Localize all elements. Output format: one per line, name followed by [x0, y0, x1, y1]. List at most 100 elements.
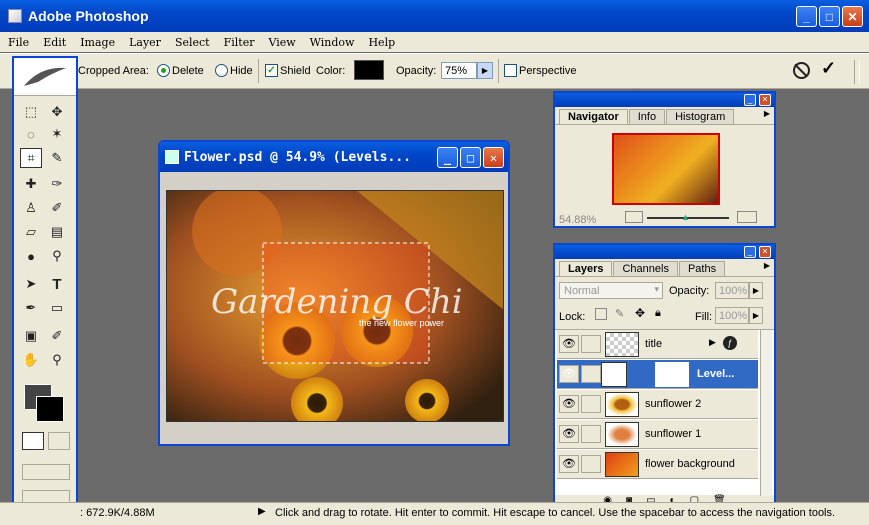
visibility-eye-icon[interactable]: 👁︎ [559, 455, 579, 473]
layer-link-slot[interactable] [581, 455, 601, 473]
delete-radio[interactable] [157, 64, 170, 77]
lock-pixels-icon[interactable]: ✎ [615, 307, 624, 320]
opacity-arrow-icon[interactable]: ▶ [477, 62, 493, 79]
tab-histogram[interactable]: Histogram [666, 109, 735, 124]
zoom-in-icon[interactable] [737, 211, 757, 223]
adjustment-layer-icon [601, 362, 627, 387]
close-button[interactable]: ✕ [842, 6, 863, 27]
navigator-minimize-button[interactable]: _ [744, 94, 756, 106]
hand-tool-icon[interactable]: ✋ [20, 350, 42, 370]
tab-layers[interactable]: Layers [559, 261, 613, 276]
background-color-swatch[interactable] [36, 396, 64, 422]
doc-maximize-button[interactable]: □ [460, 147, 481, 168]
menu-image[interactable]: Image [80, 36, 115, 49]
clone-stamp-icon[interactable]: ♙ [20, 198, 42, 218]
layer-row-levels[interactable]: 👁︎ Level... [557, 360, 758, 389]
standard-mode-icon[interactable] [22, 432, 44, 450]
layer-effects-icon[interactable]: ƒ [723, 336, 737, 350]
tab-channels[interactable]: Channels [613, 261, 678, 276]
maximize-button[interactable]: □ [819, 6, 840, 27]
doc-minimize-button[interactable]: _ [437, 147, 458, 168]
layer-row-title[interactable]: 👁︎ title ▶ ƒ [557, 330, 758, 359]
eraser-tool-icon[interactable]: ▱ [20, 222, 42, 242]
perspective-checkbox[interactable] [504, 64, 517, 77]
blur-tool-icon[interactable]: ● [20, 246, 42, 266]
crop-tool-icon[interactable]: ⌗ [20, 148, 42, 168]
menu-select[interactable]: Select [175, 36, 210, 49]
layers-scrollbar[interactable] [760, 330, 772, 496]
navigator-close-button[interactable]: ✕ [759, 94, 771, 106]
layer-row-sunflower-1[interactable]: 👁︎ sunflower 1 [557, 420, 758, 449]
shield-label: Shield [280, 65, 311, 77]
shield-color-swatch[interactable] [354, 60, 384, 80]
tab-info[interactable]: Info [628, 109, 666, 124]
zoom-out-icon[interactable] [625, 211, 643, 223]
cropped-area-label: Cropped Area: [78, 65, 149, 77]
shape-tool-icon[interactable]: ▭ [46, 298, 68, 318]
document-titlebar: Flower.psd @ 54.9% (Levels... _ □ ✕ [160, 142, 508, 172]
fill-input[interactable]: 100% [715, 307, 749, 324]
layer-link-slot[interactable] [581, 395, 601, 413]
menu-filter[interactable]: Filter [224, 36, 255, 49]
path-select-icon[interactable]: ➤ [20, 274, 42, 294]
lasso-tool-icon[interactable]: ◌ [20, 124, 42, 144]
menu-view[interactable]: View [268, 36, 295, 49]
tab-navigator[interactable]: Navigator [559, 109, 628, 124]
layer-row-flower-background[interactable]: 👁︎ flower background [557, 450, 758, 479]
menu-help[interactable]: Help [368, 36, 395, 49]
visibility-eye-icon[interactable]: 👁︎ [559, 335, 579, 353]
marquee-tool-icon[interactable]: ⬚ [20, 102, 42, 122]
layer-opacity-input[interactable]: 100% [715, 282, 749, 299]
status-menu-arrow-icon[interactable]: ▶ [258, 506, 266, 517]
menu-window[interactable]: Window [310, 36, 355, 49]
minimize-button[interactable]: _ [796, 6, 817, 27]
brush-tool-icon[interactable]: ✑ [46, 174, 68, 194]
lock-transparency-icon[interactable] [595, 308, 607, 320]
blend-mode-select[interactable]: Normal ▾ [559, 282, 663, 299]
layer-mask-link-icon[interactable] [581, 365, 601, 383]
magic-wand-icon[interactable]: ✶ [46, 124, 68, 144]
layers-close-button[interactable]: ✕ [759, 246, 771, 258]
lock-position-icon[interactable]: ✥ [635, 306, 645, 320]
zoom-tool-icon[interactable]: ⚲ [46, 350, 68, 370]
navigator-menu-icon[interactable]: ▶ [764, 109, 770, 118]
layer-expand-icon[interactable]: ▶ [709, 337, 716, 348]
layers-menu-icon[interactable]: ▶ [764, 261, 770, 270]
doc-close-button[interactable]: ✕ [483, 147, 504, 168]
screen-mode-icons[interactable] [22, 464, 70, 480]
eyedropper-icon[interactable]: ✐ [46, 326, 68, 346]
shield-checkbox[interactable]: ✓ [265, 64, 278, 77]
layer-row-sunflower-2[interactable]: 👁︎ sunflower 2 [557, 390, 758, 419]
layer-name: Level... [697, 368, 735, 380]
layer-link-slot[interactable] [581, 335, 601, 353]
visibility-eye-icon[interactable]: 👁︎ [559, 395, 579, 413]
quick-mask-icon[interactable] [48, 432, 70, 450]
opacity-input[interactable]: 75% [441, 62, 477, 79]
menu-file[interactable]: File [8, 36, 29, 49]
pen-tool-icon[interactable]: ✒ [20, 298, 42, 318]
notes-tool-icon[interactable]: ▣ [20, 326, 42, 346]
layers-minimize-button[interactable]: _ [744, 246, 756, 258]
gradient-tool-icon[interactable]: ▤ [46, 222, 68, 242]
cancel-icon[interactable] [793, 62, 810, 79]
fill-arrow-icon[interactable]: ▶ [749, 307, 763, 324]
layer-opacity-arrow-icon[interactable]: ▶ [749, 282, 763, 299]
visibility-eye-icon[interactable]: 👁︎ [559, 365, 579, 383]
zoom-slider-handle-icon[interactable]: ▲ [681, 212, 690, 222]
type-tool-icon[interactable]: T [46, 274, 68, 294]
move-tool-icon[interactable]: ✥ [46, 102, 68, 122]
navigator-preview[interactable] [612, 133, 720, 205]
menu-layer[interactable]: Layer [129, 36, 161, 49]
hide-radio[interactable] [215, 64, 228, 77]
tab-paths[interactable]: Paths [678, 261, 726, 276]
lock-all-icon[interactable]: 🔒︎ [655, 307, 661, 320]
layer-link-slot[interactable] [581, 425, 601, 443]
dodge-tool-icon[interactable]: ⚲ [46, 246, 68, 266]
slice-tool-icon[interactable]: ✎ [46, 148, 68, 168]
history-brush-icon[interactable]: ✐ [46, 198, 68, 218]
image-canvas[interactable]: Gardening Chi the new flower power [166, 190, 504, 422]
healing-brush-icon[interactable]: ✚ [20, 174, 42, 194]
visibility-eye-icon[interactable]: 👁︎ [559, 425, 579, 443]
menu-edit[interactable]: Edit [43, 36, 66, 49]
commit-check-icon[interactable]: ✓ [821, 58, 836, 79]
